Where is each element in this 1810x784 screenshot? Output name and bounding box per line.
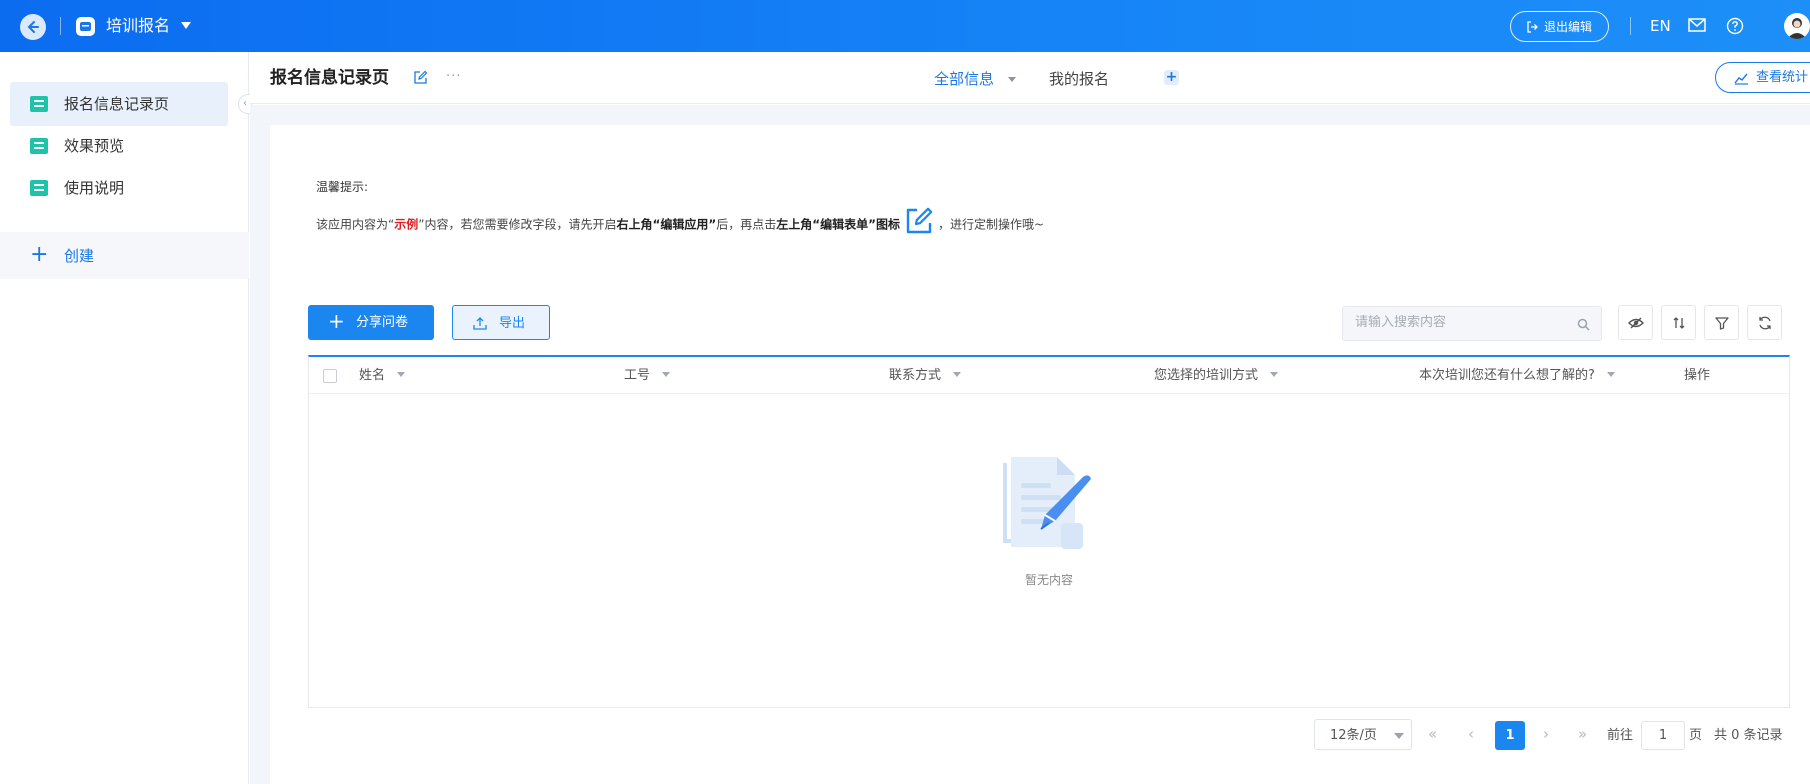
sort-caret-icon[interactable] (662, 372, 671, 377)
help-icon[interactable] (1726, 17, 1744, 35)
app-title[interactable]: 培训报名 (106, 15, 170, 37)
page-size-select[interactable]: 12条/页 (1314, 719, 1412, 750)
mail-icon[interactable] (1688, 18, 1706, 32)
search-box (1342, 306, 1602, 341)
tip-text-part: ”内容，若您需要修改字段，请先开启 (418, 217, 617, 232)
sidebar-item-label: 使用说明 (64, 179, 125, 197)
sidebar-item-label: 报名信息记录页 (64, 95, 170, 113)
sidebar-item-label: 效果预览 (64, 137, 125, 155)
sort-caret-icon[interactable] (1606, 372, 1615, 377)
sidebar-item-records[interactable]: 报名信息记录页 (10, 82, 228, 126)
top-bar: 培训报名 退出编辑 EN (0, 0, 1810, 52)
search-input[interactable] (1355, 315, 1555, 330)
add-tab-icon[interactable]: + (1164, 70, 1179, 85)
tip-bold: 左上角“编辑表单”图标 (776, 217, 901, 232)
column-header-contact[interactable]: 联系方式 (889, 367, 962, 384)
app-icon (76, 17, 95, 36)
page-size-value: 12条/页 (1330, 728, 1377, 743)
sidebar-item-instructions[interactable]: 使用说明 (10, 166, 228, 210)
tab-my-registration[interactable]: 我的报名 (1049, 69, 1109, 89)
column-label: 联系方式 (889, 368, 942, 383)
empty-state-text: 暂无内容 (1024, 573, 1073, 587)
tip-example: 示例 (394, 217, 419, 232)
total-records: 共 0 条记录 (1714, 728, 1783, 743)
divider (1630, 17, 1631, 35)
goto-page-input[interactable] (1641, 721, 1685, 750)
form-icon (30, 138, 48, 154)
caret-down-icon[interactable] (181, 22, 191, 29)
column-header-employee-id[interactable]: 工号 (624, 367, 671, 384)
column-label: 姓名 (359, 368, 386, 383)
back-arrow-icon[interactable] (20, 14, 46, 40)
column-label: 您选择的培训方式 (1154, 368, 1259, 383)
next-page-icon[interactable]: › (1543, 726, 1549, 743)
column-label: 工号 (624, 368, 651, 383)
empty-document-icon (997, 449, 1097, 554)
export-label: 导出 (499, 316, 526, 331)
column-header-actions: 操作 (1684, 367, 1710, 384)
share-survey-label: 分享问卷 (356, 315, 409, 330)
chart-icon (1734, 73, 1748, 85)
caret-down-icon[interactable] (1008, 77, 1016, 82)
tip-text-part: 后，再点击 (716, 217, 777, 232)
column-label: 操作 (1684, 368, 1711, 383)
sort-caret-icon[interactable] (953, 372, 962, 377)
column-label: 本次培训您还有什么想了解的? (1419, 368, 1595, 383)
caret-down-icon (1394, 733, 1404, 739)
eye-off-icon (1628, 317, 1644, 329)
hide-columns-button[interactable] (1618, 305, 1653, 340)
column-header-training-method[interactable]: 您选择的培训方式 (1154, 367, 1279, 384)
tip-text: 该应用内容为“示例”内容，若您需要修改字段，请先开启右上角“编辑应用”后，再点击… (316, 207, 1045, 240)
tip-title: 温馨提示: (316, 180, 369, 194)
refresh-icon (1759, 316, 1771, 330)
column-header-questions[interactable]: 本次培训您还有什么想了解的? (1419, 367, 1615, 384)
goto-suffix: 页 (1689, 728, 1703, 743)
sidebar: 报名信息记录页 效果预览 使用说明 + 创建 (0, 52, 249, 784)
upload-icon (473, 317, 487, 330)
page-number-current[interactable]: 1 (1495, 721, 1525, 750)
exit-edit-label: 退出编辑 (1544, 20, 1593, 34)
sort-button[interactable] (1661, 305, 1696, 340)
tip-bold: 右上角“编辑应用” (616, 217, 717, 232)
share-survey-button[interactable]: + 分享问卷 (308, 305, 434, 340)
exit-icon (1527, 21, 1538, 33)
sort-caret-icon[interactable] (1270, 372, 1279, 377)
tip-text-part: ，进行定制操作哦~ (938, 217, 1045, 232)
edit-form-icon (904, 206, 934, 236)
export-button[interactable]: 导出 (452, 305, 550, 340)
form-icon (30, 180, 48, 196)
view-stats-label: 查看统计 (1756, 70, 1809, 85)
form-icon (30, 96, 48, 112)
first-page-icon[interactable]: « (1428, 726, 1437, 743)
tab-all-info[interactable]: 全部信息 (934, 69, 994, 89)
last-page-icon[interactable]: » (1578, 726, 1587, 743)
sort-caret-icon[interactable] (397, 372, 406, 377)
create-label: 创建 (64, 247, 95, 265)
filter-button[interactable] (1704, 305, 1739, 340)
goto-prefix: 前往 (1607, 728, 1634, 743)
table-header: 姓名 工号 联系方式 您选择的培训方式 本次培训您还有什么想了解的? 操作 (309, 357, 1789, 394)
language-toggle[interactable]: EN (1650, 16, 1671, 36)
sidebar-item-preview[interactable]: 效果预览 (10, 124, 228, 168)
prev-page-icon[interactable]: ‹ (1468, 726, 1474, 743)
refresh-button[interactable] (1747, 305, 1782, 340)
divider (60, 17, 61, 35)
edit-icon[interactable] (413, 70, 428, 85)
plus-icon: + (30, 242, 49, 267)
more-icon[interactable]: ··· (446, 69, 461, 84)
page-header: 报名信息记录页 ··· 全部信息 我的报名 + 查看统计 (250, 52, 1810, 104)
filter-icon (1715, 317, 1729, 330)
search-icon[interactable] (1577, 318, 1590, 331)
avatar[interactable] (1784, 13, 1810, 39)
sort-icon (1673, 317, 1685, 329)
create-button[interactable]: + 创建 (0, 232, 249, 279)
page-title: 报名信息记录页 (270, 68, 389, 88)
plus-icon: + (328, 309, 345, 333)
column-header-name[interactable]: 姓名 (359, 367, 406, 384)
view-stats-button[interactable]: 查看统计 (1715, 62, 1810, 93)
tip-text-part: 该应用内容为“ (316, 217, 395, 232)
select-all-checkbox[interactable] (323, 369, 337, 383)
data-table: 姓名 工号 联系方式 您选择的培训方式 本次培训您还有什么想了解的? 操作 暂无… (308, 355, 1790, 708)
exit-edit-button[interactable]: 退出编辑 (1510, 11, 1609, 42)
